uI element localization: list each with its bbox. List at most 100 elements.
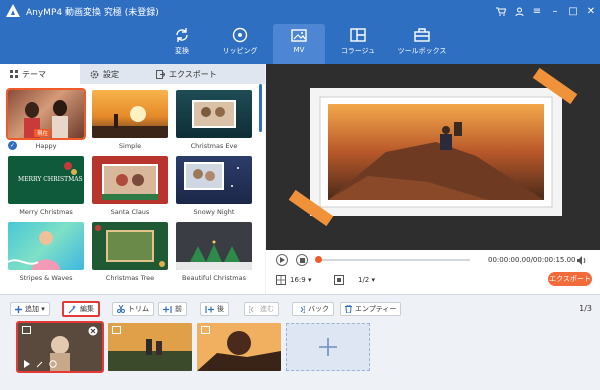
image-type-icon [112, 326, 121, 334]
time-display: 00:00:00.00/00:00:15.00 [488, 256, 576, 264]
theme-panel: テーマ 設定 エクスポート 現在 ✓ Happy Simple Christma… [0, 64, 265, 294]
theme-label: Happy [35, 142, 57, 150]
theme-label: Christmas Tree [105, 274, 155, 282]
stop-button[interactable] [296, 254, 308, 266]
gear-icon [90, 70, 99, 78]
tab-mv[interactable]: MV [273, 24, 325, 64]
clip-item[interactable] [16, 321, 104, 373]
back-button[interactable]: 後 [200, 302, 229, 316]
front-button[interactable]: 前 [158, 302, 187, 316]
cart-icon[interactable] [492, 0, 510, 22]
remove-clip-icon[interactable] [88, 326, 98, 336]
aspect-ratio-select[interactable]: 16:9 ▾ [290, 276, 311, 284]
preview-image [266, 64, 600, 250]
edit-label: 編集 [80, 305, 94, 313]
tab-ripping[interactable]: リッピング [214, 24, 266, 64]
theme-stripes-waves-image [8, 231, 60, 270]
sub-tabs: テーマ 設定 エクスポート [0, 64, 265, 84]
page-select[interactable]: 1/2 ▾ [358, 276, 375, 284]
play-button[interactable] [276, 254, 288, 266]
theme-thumb-stripes-waves[interactable] [8, 222, 84, 270]
theme-thumb-merry-christmas[interactable]: MERRY CHRISTMAS [8, 156, 84, 204]
theme-label: Stripes & Waves [19, 274, 73, 282]
theme-simple-image [92, 106, 168, 138]
tab-convert[interactable]: 変換 [156, 24, 208, 64]
export-button[interactable]: エクスポート [548, 272, 592, 286]
collage-icon [350, 24, 366, 46]
page-value: 1/2 [358, 276, 370, 284]
subtab-settings[interactable]: 設定 [80, 64, 146, 84]
player-controls: 00:00:00.00/00:00:15.00 16:9 ▾ 1/2 ▾ エクス… [266, 250, 600, 294]
theme-label: Santa Claus [110, 208, 150, 216]
empty-button[interactable]: エンプティー [340, 302, 402, 316]
backward-button[interactable]: バック [292, 302, 334, 316]
progress-track[interactable] [318, 259, 470, 261]
tab-collage[interactable]: コラージュ [332, 24, 384, 64]
subtab-theme-label: テーマ [22, 69, 46, 79]
edit-button[interactable]: 編集 [62, 301, 100, 317]
theme-thumb-santa-claus[interactable] [92, 156, 168, 204]
clip-item[interactable] [108, 323, 192, 371]
theme-scrollbar[interactable] [259, 84, 262, 132]
app-logo-icon [6, 4, 20, 18]
image-type-icon [201, 326, 210, 334]
theme-thumb-simple[interactable] [92, 90, 168, 138]
forward-button[interactable]: 進む [244, 302, 279, 316]
subtab-export-label: エクスポート [169, 69, 217, 79]
maximize-icon[interactable]: □ [564, 0, 582, 22]
theme-thumb-beautiful-christmas[interactable] [176, 222, 252, 270]
tab-ripping-label: リッピング [222, 47, 258, 55]
tab-toolbox-label: ツールボックス [397, 47, 447, 55]
current-badge: 現在 [34, 129, 52, 137]
back-label: 後 [217, 305, 224, 313]
theme-thumb-snowy-night[interactable] [176, 156, 252, 204]
plus-icon [15, 305, 22, 313]
clip-item[interactable] [197, 323, 281, 371]
add-clip-button[interactable] [286, 323, 370, 371]
convert-icon [174, 24, 190, 46]
empty-label: エンプティー [355, 305, 397, 313]
clip-actions-icon[interactable] [23, 360, 59, 368]
volume-icon[interactable] [577, 256, 587, 265]
tab-collage-label: コラージュ [340, 47, 376, 55]
tab-convert-label: 変換 [175, 47, 189, 55]
subtab-export[interactable]: エクスポート [146, 64, 236, 84]
theme-christmas-tree-image [95, 225, 165, 267]
forward-label: 進む [260, 305, 274, 313]
backward-label: バック [308, 305, 329, 313]
video-preview [266, 64, 600, 250]
front-label: 前 [175, 305, 182, 313]
stop-icon [299, 257, 305, 263]
user-icon[interactable] [510, 0, 528, 22]
image-type-icon [22, 326, 31, 334]
add-button[interactable]: 追加 ▾ [10, 302, 50, 316]
minimize-icon[interactable]: – [546, 0, 564, 22]
export-icon [156, 69, 165, 79]
clip-page-count: 1/3 [579, 304, 592, 313]
theme-thumb-christmas-eve[interactable] [176, 90, 252, 138]
main-nav: 変換 リッピング MV コラージュ ツールボックス [0, 22, 600, 64]
theme-thumb-happy[interactable]: 現在 [6, 88, 86, 140]
progress-handle[interactable] [315, 256, 322, 263]
tab-mv-label: MV [293, 46, 305, 54]
scissors-icon [117, 305, 125, 313]
theme-christmas-eve-image [192, 100, 236, 128]
tab-toolbox[interactable]: ツールボックス [392, 24, 452, 64]
trim-button[interactable]: トリム [112, 302, 154, 316]
magic-wand-icon [68, 304, 76, 313]
close-icon[interactable]: ✕ [582, 0, 600, 22]
theme-label: Simple [118, 142, 142, 150]
menu-icon[interactable]: ≡ [528, 0, 546, 22]
window-controls: ≡ – □ ✕ [492, 0, 600, 22]
add-label: 追加 [25, 305, 39, 313]
theme-label: Christmas Eve [190, 142, 238, 150]
theme-beautiful-christmas-image [176, 240, 252, 270]
theme-label: Beautiful Christmas [182, 274, 246, 282]
subtab-theme[interactable]: テーマ [0, 64, 80, 84]
title-bar: AnyMP4 動画変換 究極 (未登録) ≡ – □ ✕ [0, 0, 600, 22]
theme-thumb-christmas-tree[interactable] [92, 222, 168, 270]
play-icon [280, 257, 285, 263]
disc-icon [232, 24, 248, 46]
trim-label: トリム [128, 305, 149, 313]
insert-back-icon [205, 305, 214, 313]
